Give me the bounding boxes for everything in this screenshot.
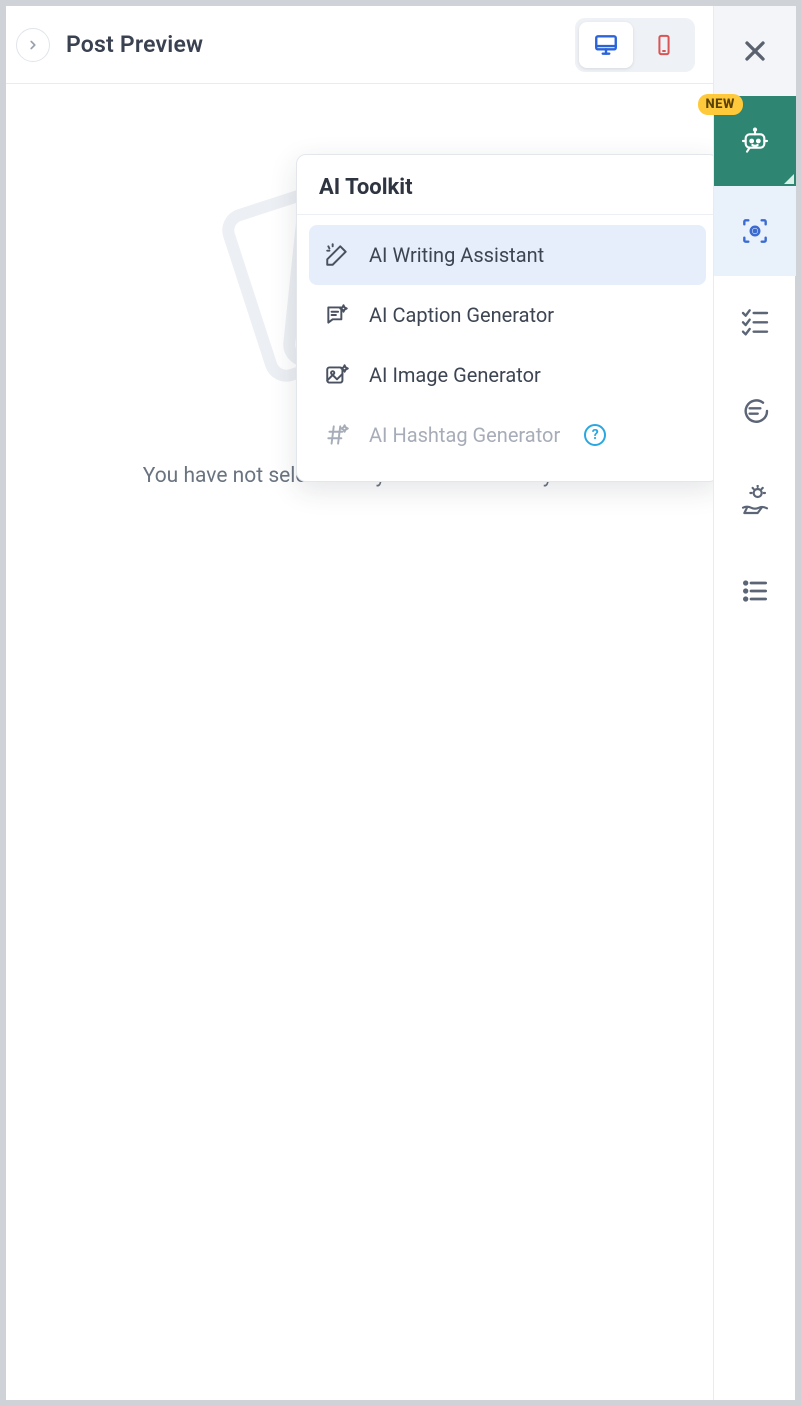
- close-icon: [739, 35, 771, 67]
- tool-caption-generator[interactable]: AI Caption Generator: [309, 285, 706, 345]
- sidebar-preview[interactable]: [714, 186, 796, 276]
- close-panel-button[interactable]: [714, 6, 796, 96]
- collapse-button[interactable]: [16, 28, 50, 62]
- comment-icon: [739, 395, 771, 427]
- image-sparkle-icon: [323, 361, 351, 389]
- sidebar-comments[interactable]: [714, 366, 796, 456]
- hashtag-sparkle-icon: [323, 421, 351, 449]
- right-sidebar: NEW: [713, 6, 795, 1400]
- device-desktop-button[interactable]: [579, 22, 633, 68]
- new-badge: NEW: [698, 94, 743, 115]
- list-icon: [739, 575, 771, 607]
- device-mobile-button[interactable]: [637, 22, 691, 68]
- chevron-right-icon: [26, 38, 40, 52]
- chatbot-icon: [739, 125, 771, 157]
- scan-eye-icon: [739, 215, 771, 247]
- resize-corner-icon: [784, 174, 794, 184]
- sidebar-list[interactable]: [714, 546, 796, 636]
- device-toggle: [575, 18, 695, 72]
- desktop-icon: [593, 32, 619, 58]
- ai-toolkit-list: AI Writing Assistant AI Caption Generato…: [297, 215, 718, 481]
- sidebar-checklist[interactable]: [714, 276, 796, 366]
- idea-hand-icon: [739, 485, 771, 517]
- tool-hashtag-generator: AI Hashtag Generator ?: [309, 405, 706, 465]
- tool-label: AI Caption Generator: [369, 303, 554, 327]
- sidebar-ai-bot[interactable]: NEW: [714, 96, 796, 186]
- tool-image-generator[interactable]: AI Image Generator: [309, 345, 706, 405]
- tool-label: AI Hashtag Generator: [369, 423, 560, 447]
- magic-wand-icon: [323, 241, 351, 269]
- panel-title: Post Preview: [66, 31, 203, 58]
- tool-label: AI Image Generator: [369, 363, 541, 387]
- checklist-icon: [739, 305, 771, 337]
- ai-toolkit-popup: AI Toolkit AI Writing Assistant AI Capti…: [296, 154, 719, 482]
- main-area: Post Preview You have not selected any s…: [6, 6, 713, 1400]
- ai-toolkit-title: AI Toolkit: [297, 155, 718, 215]
- tool-label: AI Writing Assistant: [369, 243, 544, 267]
- panel-header: Post Preview: [6, 6, 713, 84]
- post-preview-panel: Post Preview You have not selected any s…: [0, 0, 801, 1406]
- caption-sparkle-icon: [323, 301, 351, 329]
- mobile-icon: [653, 32, 675, 58]
- help-icon[interactable]: ?: [584, 424, 606, 446]
- sidebar-ideas[interactable]: [714, 456, 796, 546]
- tool-writing-assistant[interactable]: AI Writing Assistant: [309, 225, 706, 285]
